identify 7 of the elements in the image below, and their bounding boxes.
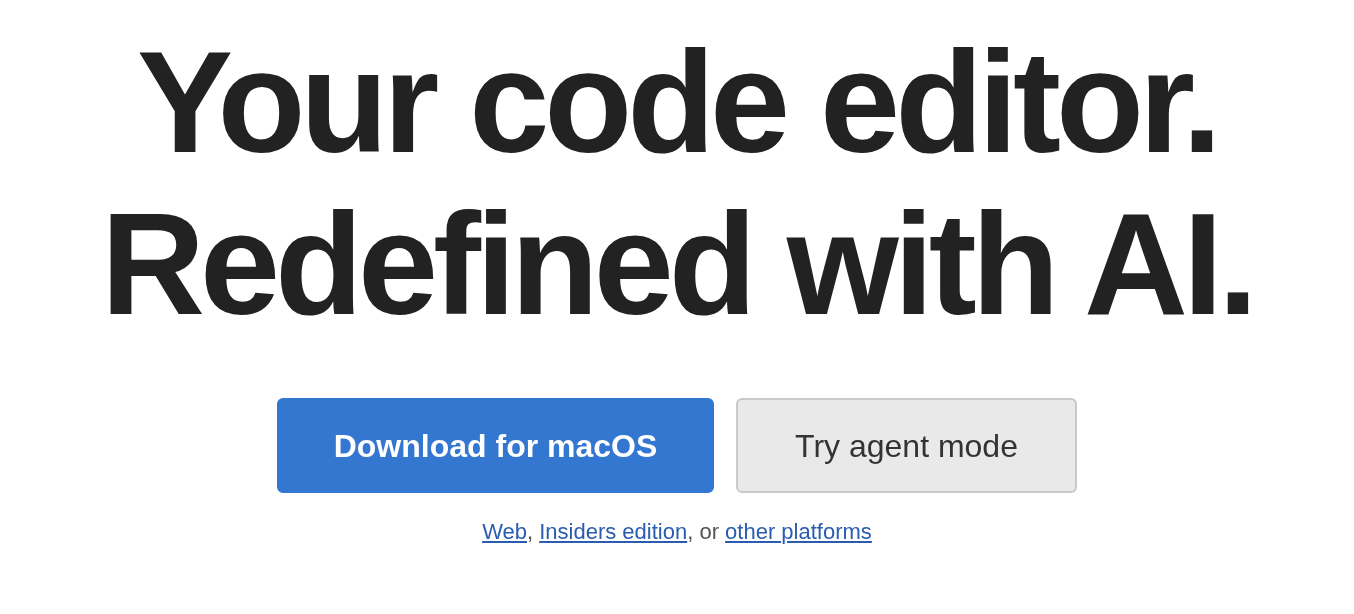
platform-link[interactable]: Web	[482, 519, 527, 544]
alternate-downloads-text: Web, Insiders edition, or other platforms	[482, 518, 872, 546]
platform-link[interactable]: other platforms	[725, 519, 872, 544]
download-button[interactable]: Download for macOS	[277, 398, 714, 493]
platform-link[interactable]: Insiders edition	[539, 519, 688, 544]
headline: Your code editor. Redefined with AI.	[100, 22, 1254, 346]
agent-mode-button[interactable]: Try agent mode	[736, 398, 1077, 493]
